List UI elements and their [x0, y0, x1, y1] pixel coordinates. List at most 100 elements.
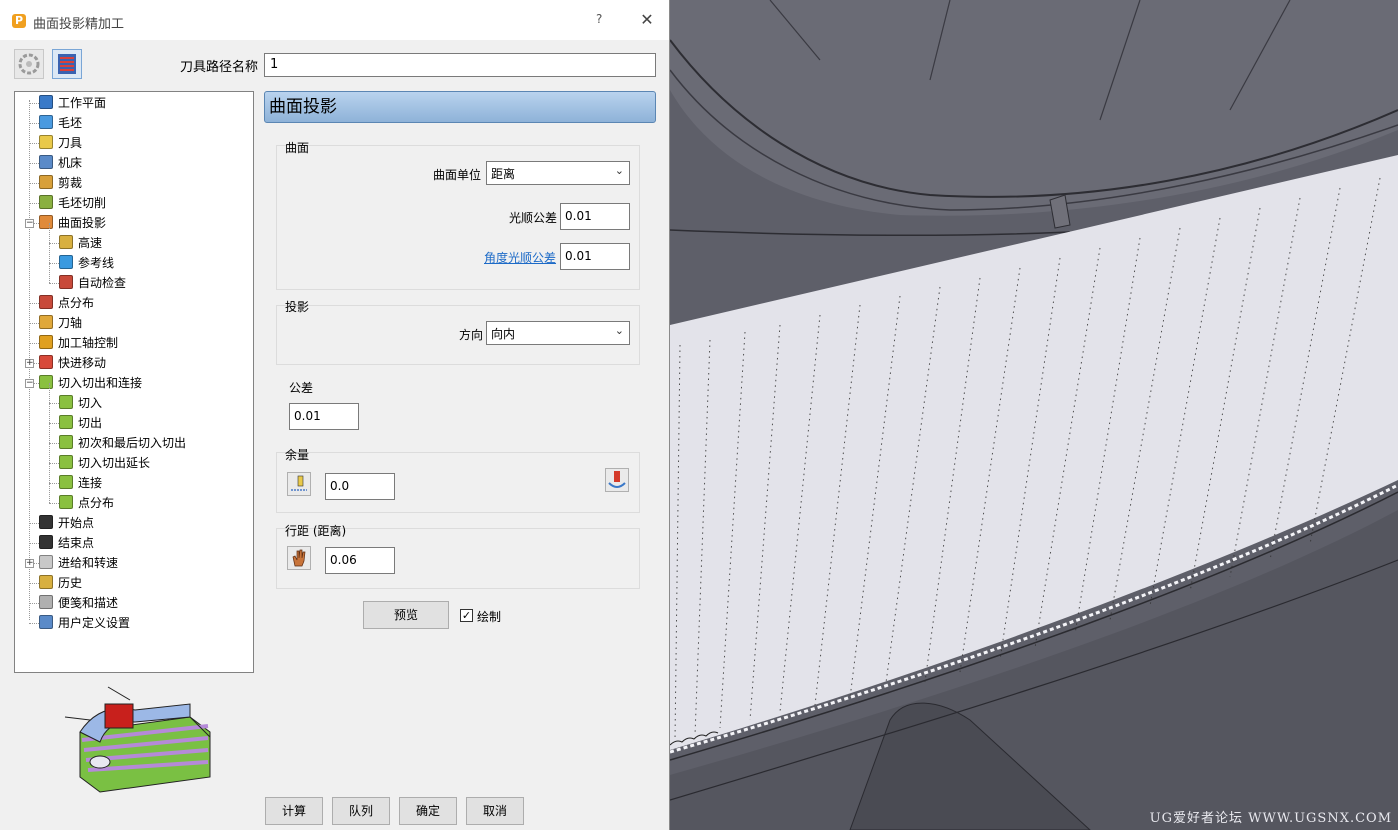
limit-icon — [39, 175, 53, 189]
tree-item[interactable]: 刀轴 — [39, 313, 82, 333]
tree-item-label: 加工轴控制 — [58, 336, 119, 350]
tree-item[interactable]: 切出 — [59, 413, 102, 433]
surface-projection-strategy-icon[interactable] — [52, 49, 82, 79]
thickness-icon[interactable] — [287, 472, 311, 496]
smoothing-tolerance-input[interactable]: 0.01 — [560, 203, 630, 230]
tree-connector-line — [29, 303, 39, 304]
tree-item[interactable]: 连接 — [59, 473, 102, 493]
links-icon — [59, 475, 73, 489]
title-bar[interactable]: P 曲面投影精加工 ? ✕ — [0, 0, 669, 40]
tree-item-label: 毛坯 — [58, 116, 83, 130]
tolerance-input[interactable]: 0.01 — [289, 403, 359, 430]
close-button[interactable]: ✕ — [638, 10, 656, 30]
tree-item[interactable]: 初次和最后切入切出 — [59, 433, 186, 453]
expand-icon[interactable]: + — [25, 359, 34, 368]
tree-item[interactable]: 进给和转速 — [39, 553, 118, 573]
direction-select[interactable]: 向内 ⌄ — [486, 321, 630, 345]
tree-connector-line — [29, 203, 39, 204]
cancel-button[interactable]: 取消 — [466, 797, 524, 825]
tree-item-label: 参考线 — [78, 256, 115, 270]
surface-group-title: 曲面 — [285, 141, 310, 155]
tree-item[interactable]: 剪裁 — [39, 173, 82, 193]
toolpath-name-input[interactable]: 1 — [264, 53, 656, 77]
tree-connector-line — [49, 403, 59, 404]
angular-smoothing-tolerance-input[interactable]: 0.01 — [560, 243, 630, 270]
tree-item[interactable]: 切入 — [59, 393, 102, 413]
collapse-icon[interactable]: − — [25, 379, 34, 388]
tree-item[interactable]: 便笺和描述 — [39, 593, 118, 613]
tree-item[interactable]: 加工轴控制 — [39, 333, 118, 353]
tree-item-label: 切入 — [78, 396, 103, 410]
tree-item[interactable]: 切入切出和连接 — [39, 373, 142, 393]
tree-item[interactable]: 结束点 — [39, 533, 94, 553]
lead-in-icon — [59, 395, 73, 409]
point-distribution-icon — [39, 295, 53, 309]
strategy-tree[interactable]: 工作平面 毛坯 刀具 机床 剪裁 毛坯切削 曲面投影 − 高速 参考线 自动检查 点分布 刀轴 加工轴控制… — [14, 91, 254, 673]
tree-item-label: 工作平面 — [58, 96, 107, 110]
tree-connector-line — [29, 343, 39, 344]
tree-item[interactable]: 工作平面 — [39, 93, 106, 113]
tree-item-label: 连接 — [78, 476, 103, 490]
help-button[interactable]: ? — [596, 12, 610, 28]
calculate-button[interactable]: 计算 — [265, 797, 323, 825]
tree-item[interactable]: 点分布 — [59, 493, 114, 513]
tree-connector-line — [49, 223, 50, 243]
preview-button[interactable]: 预览 — [363, 601, 449, 629]
surface-units-value: 距离 — [491, 167, 516, 181]
hand-icon[interactable] — [287, 546, 311, 570]
tree-connector-line — [49, 463, 50, 483]
rapid-move-icon — [39, 355, 53, 369]
chevron-down-icon: ⌄ — [614, 164, 624, 177]
tree-item[interactable]: 开始点 — [39, 513, 94, 533]
direction-value: 向内 — [491, 327, 516, 341]
tree-item-label: 初次和最后切入切出 — [78, 436, 187, 450]
direction-label: 方向 — [459, 328, 484, 342]
chevron-down-icon: ⌄ — [614, 324, 624, 337]
tree-item-label: 进给和转速 — [58, 556, 119, 570]
tree-item-label: 结束点 — [58, 536, 95, 550]
tree-connector-line — [49, 483, 50, 503]
tree-item[interactable]: 高速 — [59, 233, 102, 253]
tree-item[interactable]: 点分布 — [39, 293, 94, 313]
stepover-input[interactable]: 0.06 — [325, 547, 395, 574]
app-icon: P — [12, 14, 26, 28]
tree-item[interactable]: 机床 — [39, 153, 82, 173]
tree-item[interactable]: 切入切出延长 — [59, 453, 150, 473]
block-icon — [39, 115, 53, 129]
surface-projection-finishing-dialog: P 曲面投影精加工 ? ✕ 刀具路径名称 1 工作平面 毛坯 刀具 机床 剪裁 毛坯切削曲… — [0, 0, 670, 830]
tree-item[interactable]: 用户定义设置 — [39, 613, 130, 633]
extension-icon — [59, 455, 73, 469]
strategy-selector-icon[interactable] — [14, 49, 44, 79]
tree-connector-line — [29, 603, 39, 604]
tree-item-label: 历史 — [58, 576, 83, 590]
ok-button[interactable]: 确定 — [399, 797, 457, 825]
user-settings-icon — [39, 615, 53, 629]
surface-units-select[interactable]: 距离 ⌄ — [486, 161, 630, 185]
tool-axis-icon — [39, 315, 53, 329]
tree-item-label: 切入切出延长 — [78, 456, 151, 470]
high-speed-icon — [59, 235, 73, 249]
tree-connector-line — [29, 523, 39, 524]
collapse-icon[interactable]: − — [25, 219, 34, 228]
angular-smoothing-tolerance-link[interactable]: 角度光顺公差 — [484, 249, 556, 266]
draw-checkbox[interactable]: ✓ — [460, 609, 473, 622]
tree-item[interactable]: 毛坯切削 — [39, 193, 106, 213]
queue-button[interactable]: 队列 — [332, 797, 390, 825]
tree-item[interactable]: 自动检查 — [59, 273, 126, 293]
tree-item-label: 开始点 — [58, 516, 95, 530]
tree-item[interactable]: 毛坯 — [39, 113, 82, 133]
tree-connector-line — [49, 423, 59, 424]
expand-icon[interactable]: + — [25, 559, 34, 568]
tree-connector-line — [49, 443, 50, 463]
graphics-viewport[interactable]: UG爱好者论坛 WWW.UGSNX.COM — [670, 0, 1398, 830]
tree-item-label: 点分布 — [58, 296, 95, 310]
component-thickness-icon[interactable] — [605, 468, 629, 492]
tree-connector-line — [29, 583, 39, 584]
tree-item[interactable]: 快进移动 — [39, 353, 106, 373]
tree-item[interactable]: 参考线 — [59, 253, 114, 273]
tree-item[interactable]: 历史 — [39, 573, 82, 593]
tree-connector-line — [49, 423, 50, 443]
thickness-input[interactable]: 0.0 — [325, 473, 395, 500]
tree-connector-line — [29, 323, 39, 324]
tree-item[interactable]: 刀具 — [39, 133, 82, 153]
